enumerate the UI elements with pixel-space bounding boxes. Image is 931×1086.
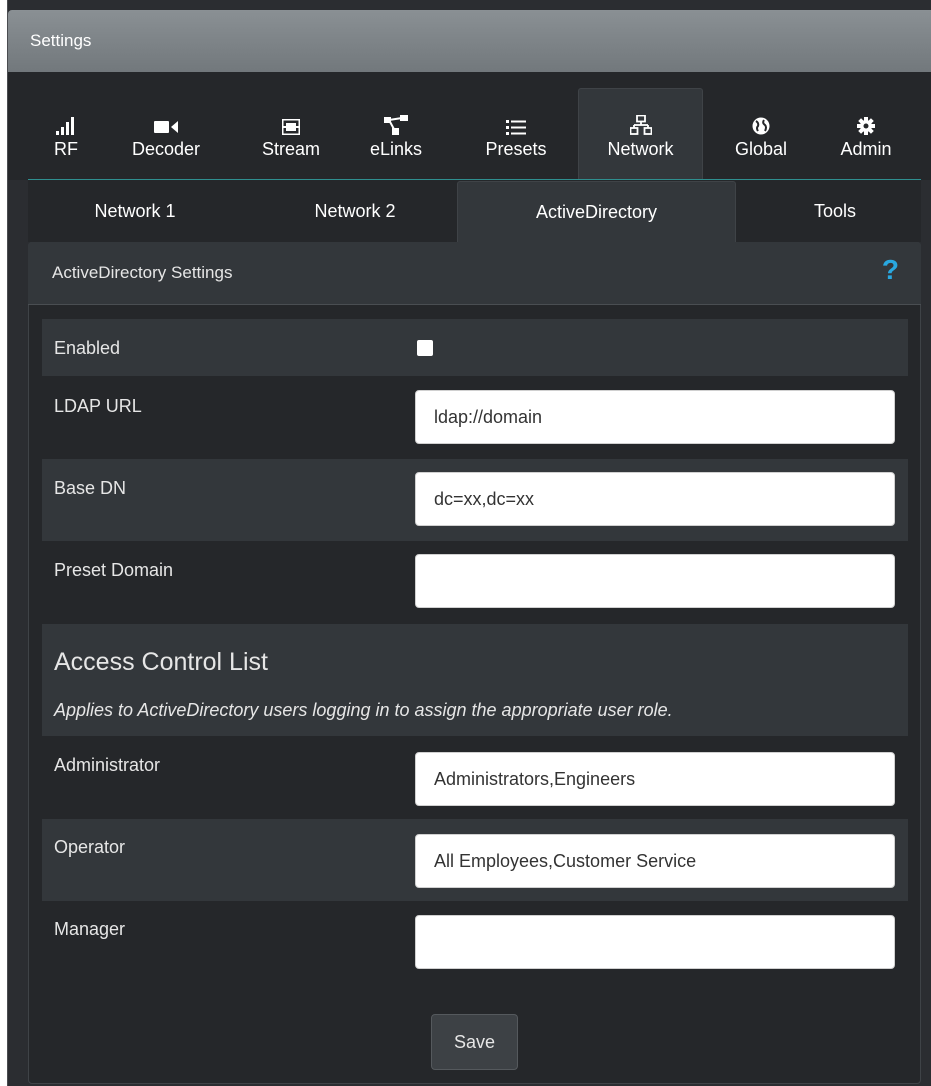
operator-label: Operator	[54, 837, 126, 857]
ldap-url-label: LDAP URL	[54, 396, 142, 416]
operator-input[interactable]: All Employees,Customer Service	[415, 834, 895, 888]
video-camera-icon	[154, 109, 178, 135]
subtab-activedirectory[interactable]: ActiveDirectory	[457, 181, 736, 242]
preset-domain-input[interactable]	[415, 554, 895, 608]
subtab-label: ActiveDirectory	[535, 201, 658, 222]
network-icon	[629, 109, 652, 135]
window-title: Settings	[30, 31, 92, 50]
save-button[interactable]: Save	[431, 1014, 518, 1070]
preset-domain-label: Preset Domain	[54, 560, 174, 580]
tab-label: RF	[54, 138, 78, 159]
administrator-input[interactable]: Administrators,Engineers	[415, 752, 895, 806]
link-nodes-icon	[384, 109, 408, 135]
enabled-checkbox[interactable]	[417, 340, 433, 356]
tab-admin[interactable]: Admin	[826, 88, 906, 180]
film-icon	[282, 109, 300, 135]
subtab-label: Network 1	[94, 201, 176, 221]
tab-stream[interactable]: Stream	[248, 88, 334, 180]
ldap-url-input[interactable]: ldap://domain	[415, 390, 895, 444]
tab-rf[interactable]: RF	[44, 88, 88, 180]
administrator-label: Administrator	[54, 755, 161, 775]
tab-label: Admin	[840, 138, 892, 159]
panel-header: ActiveDirectory Settings ?	[28, 242, 921, 305]
tab-network[interactable]: Network	[578, 88, 703, 180]
base-dn-input[interactable]: dc=xx,dc=xx	[415, 472, 895, 526]
preset-domain-row: Preset Domain	[42, 541, 908, 623]
operator-row: Operator All Employees,Customer Service	[42, 819, 908, 901]
tab-label: eLinks	[369, 138, 423, 159]
acl-header: Access Control List Applies to ActiveDir…	[42, 624, 908, 736]
window-title-bar: Settings	[8, 10, 931, 72]
subtab-label: Network 2	[314, 201, 396, 221]
subtab-tools[interactable]: Tools	[770, 181, 900, 242]
panel-title: ActiveDirectory Settings	[52, 263, 233, 282]
gear-icon	[857, 109, 875, 135]
ldap-url-row: LDAP URL ldap://domain	[42, 377, 908, 459]
manager-row: Manager	[42, 901, 908, 983]
globe-icon	[752, 109, 770, 135]
help-icon[interactable]: ?	[882, 254, 899, 286]
acl-description: Applies to ActiveDirectory users logging…	[54, 700, 673, 720]
administrator-row: Administrator Administrators,Engineers	[42, 737, 908, 819]
tab-elinks[interactable]: eLinks	[348, 88, 444, 180]
base-dn-row: Base DN dc=xx,dc=xx	[42, 459, 908, 541]
manager-label: Manager	[54, 919, 126, 939]
subtab-network-2[interactable]: Network 2	[270, 181, 440, 242]
list-icon	[506, 109, 526, 135]
enabled-row: Enabled	[42, 319, 908, 376]
subtab-label: Tools	[813, 201, 857, 221]
signal-icon	[55, 109, 77, 135]
tab-global[interactable]: Global	[718, 88, 804, 180]
base-dn-label: Base DN	[54, 478, 127, 498]
tab-decoder[interactable]: Decoder	[118, 88, 214, 180]
subtab-network-1[interactable]: Network 1	[50, 181, 220, 242]
enabled-label: Enabled	[54, 338, 121, 358]
tab-label: Global	[734, 138, 788, 159]
manager-input[interactable]	[415, 915, 895, 969]
tab-label: Presets	[485, 138, 547, 159]
tab-label: Decoder	[131, 138, 201, 159]
tab-label: Network	[607, 139, 674, 159]
tab-presets[interactable]: Presets	[466, 88, 566, 180]
acl-title: Access Control List	[54, 648, 268, 676]
tab-label: Stream	[261, 138, 321, 159]
